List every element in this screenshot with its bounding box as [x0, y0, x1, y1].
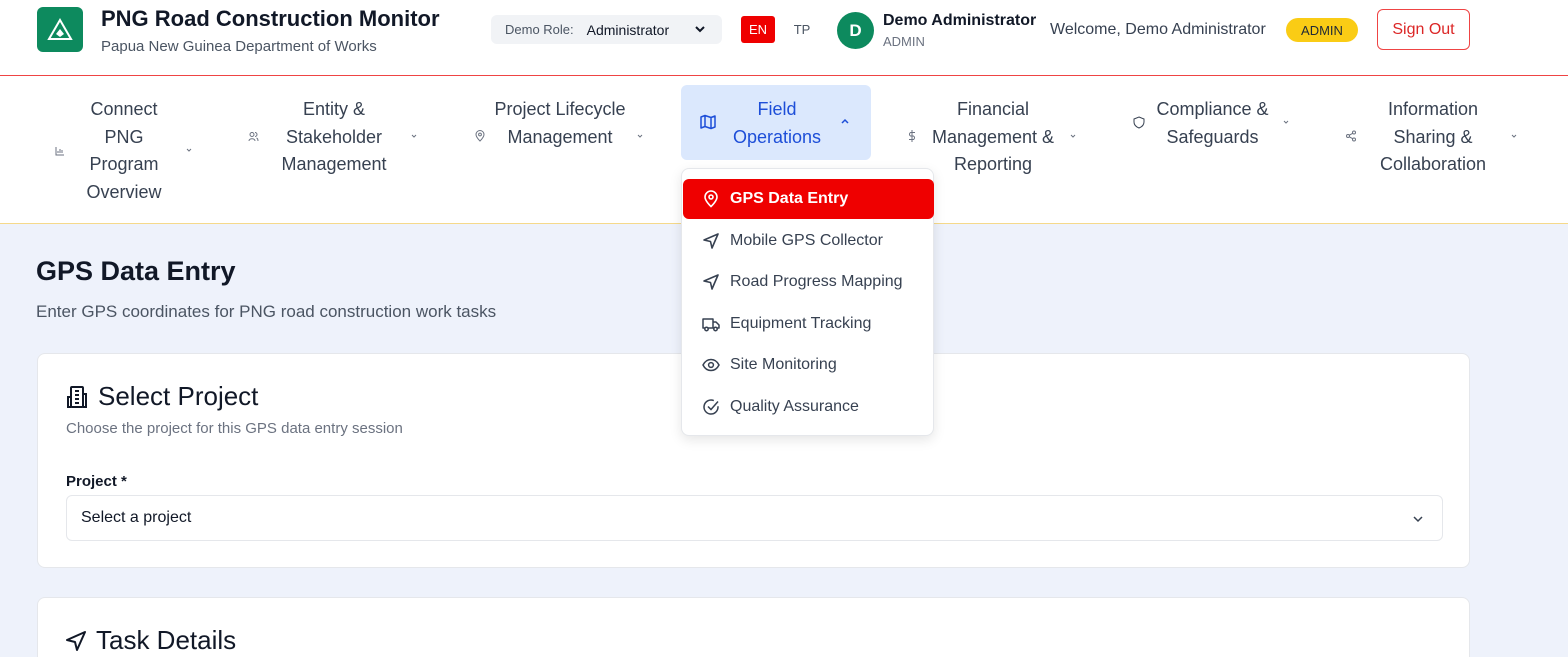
dollar-icon — [908, 130, 916, 142]
chevron-down-icon — [1511, 134, 1517, 138]
chevron-down-icon — [186, 148, 192, 152]
nav-item-field-operations[interactable]: Field Operations — [681, 85, 871, 169]
truck-icon — [702, 318, 720, 332]
nav-item-label: Entity & Stakeholder Management — [281, 99, 387, 174]
nav-item-information-sharing[interactable]: Information Sharing & Collaboration — [1342, 76, 1522, 224]
nav-item-label: Compliance & Safeguards — [1156, 99, 1269, 147]
eye-icon — [702, 358, 720, 372]
nav-item-label: Information Sharing & Collaboration — [1379, 99, 1487, 174]
avatar: D — [837, 12, 874, 49]
dropdown-item-equipment-tracking[interactable]: Equipment Tracking — [683, 304, 934, 344]
app-logo — [37, 7, 83, 52]
navigation-icon — [703, 233, 719, 249]
logo-icon — [47, 17, 73, 40]
dropdown-item-label: Equipment Tracking — [730, 315, 872, 332]
lang-tp-button[interactable]: TP — [786, 16, 818, 43]
page-title: GPS Data Entry — [36, 256, 236, 286]
demo-role-value: Administrator — [586, 21, 670, 38]
nav-item-label: Financial Management & Reporting — [931, 99, 1055, 174]
dropdown-item-label: GPS Data Entry — [730, 190, 849, 207]
app-subtitle: Papua New Guinea Department of Works — [101, 38, 377, 55]
project-select-placeholder: Select a project — [81, 509, 192, 526]
nav-item-label: Connect PNG Program Overview — [86, 99, 162, 202]
check-circle-icon — [703, 399, 719, 415]
share-icon — [1346, 130, 1356, 142]
dropdown-item-label: Road Progress Mapping — [730, 273, 903, 290]
app-title: PNG Road Construction Monitor — [101, 6, 440, 31]
field-operations-dropdown: GPS Data Entry Mobile GPS Collector Road… — [681, 168, 934, 436]
card-title: Select Project — [65, 381, 258, 412]
role-badge: ADMIN — [1286, 18, 1358, 42]
navigation-icon — [703, 274, 719, 290]
demo-role-select[interactable]: Demo Role: Administrator — [491, 15, 722, 44]
map-icon — [700, 114, 716, 130]
nav-item-entity-stakeholder[interactable]: Entity & Stakeholder Management — [243, 76, 423, 224]
lang-en-button[interactable]: EN — [741, 16, 775, 43]
nav-item-compliance[interactable]: Compliance & Safeguards — [1130, 76, 1300, 224]
card-title: Task Details — [65, 625, 236, 656]
dropdown-item-label: Mobile GPS Collector — [730, 232, 883, 249]
nav-item-label: Field Operations — [732, 99, 822, 147]
map-pin-icon — [704, 190, 718, 208]
dropdown-item-label: Site Monitoring — [730, 356, 837, 373]
chevron-up-icon — [841, 118, 849, 124]
user-role: ADMIN — [883, 34, 925, 49]
chevron-down-icon — [695, 26, 705, 33]
dropdown-item-mobile-gps-collector[interactable]: Mobile GPS Collector — [683, 221, 934, 261]
chevron-down-icon — [1413, 516, 1423, 523]
task-details-card: Task Details — [37, 597, 1470, 657]
bar-chart-icon — [55, 147, 64, 156]
project-select[interactable]: Select a project — [66, 495, 1443, 541]
app-header: PNG Road Construction Monitor Papua New … — [0, 0, 1568, 76]
chevron-down-icon — [1070, 134, 1076, 138]
nav-item-label: Project Lifecycle Management — [494, 99, 626, 147]
dropdown-item-label: Quality Assurance — [730, 398, 859, 415]
card-description: Choose the project for this GPS data ent… — [66, 420, 403, 437]
map-pin-icon — [475, 130, 485, 142]
navigation-icon — [66, 630, 86, 651]
chevron-down-icon — [411, 134, 417, 138]
users-icon — [248, 132, 259, 142]
dropdown-item-gps-data-entry[interactable]: GPS Data Entry — [683, 179, 934, 219]
demo-role-label: Demo Role: — [505, 22, 574, 37]
dropdown-item-road-progress-mapping[interactable]: Road Progress Mapping — [683, 262, 934, 302]
shield-icon — [1133, 116, 1145, 129]
chevron-down-icon — [637, 134, 643, 138]
card-title-text: Select Project — [98, 381, 259, 411]
nav-item-program-overview[interactable]: Connect PNG Program Overview — [50, 76, 200, 224]
card-title-text: Task Details — [96, 625, 237, 655]
building-icon — [67, 385, 87, 408]
user-name: Demo Administrator — [883, 12, 1037, 29]
project-field-label: Project * — [66, 473, 127, 490]
sign-out-button[interactable]: Sign Out — [1377, 9, 1470, 50]
nav-item-project-lifecycle[interactable]: Project Lifecycle Management — [470, 76, 650, 224]
chevron-down-icon — [1283, 120, 1289, 124]
welcome-text: Welcome, Demo Administrator — [1050, 21, 1266, 38]
page-subtitle: Enter GPS coordinates for PNG road const… — [36, 302, 497, 321]
dropdown-item-quality-assurance[interactable]: Quality Assurance — [683, 387, 934, 427]
dropdown-item-site-monitoring[interactable]: Site Monitoring — [683, 345, 934, 385]
